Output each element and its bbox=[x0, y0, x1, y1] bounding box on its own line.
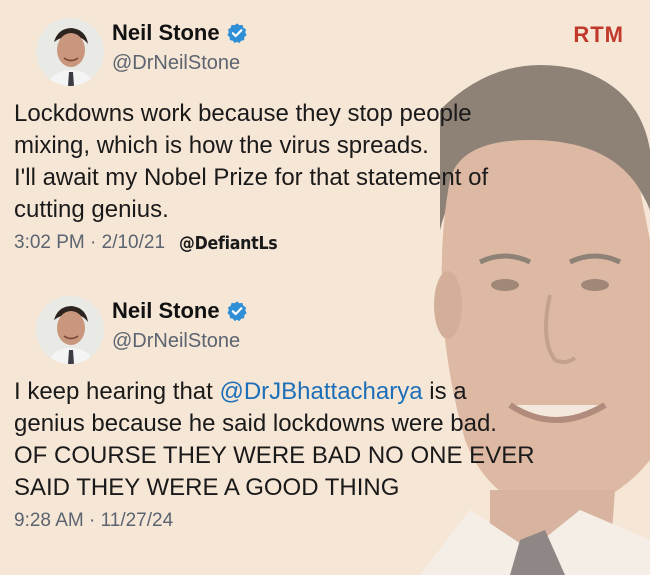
name-row: Neil Stone bbox=[112, 20, 248, 46]
mention-link[interactable]: @DrJBhattacharya bbox=[219, 378, 422, 405]
author-handle[interactable]: @DrNeilStone bbox=[112, 330, 248, 353]
tweet-timestamp[interactable]: 3:02 PM · 2/10/21 bbox=[14, 232, 165, 254]
tweet-line: I'll await my Nobel Prize for that state… bbox=[14, 164, 489, 191]
source-credit: @DefiantLs bbox=[179, 232, 278, 254]
author-name[interactable]: Neil Stone bbox=[112, 298, 220, 324]
tweet-text-fragment: is a bbox=[422, 378, 467, 405]
avatar-portrait-image bbox=[36, 296, 104, 364]
author-name[interactable]: Neil Stone bbox=[112, 20, 220, 46]
tweet-meta: 9:28 AM · 11/27/24 bbox=[14, 510, 634, 532]
avatar-portrait-image bbox=[36, 18, 104, 86]
tweet-header: Neil Stone @DrNeilStone bbox=[14, 14, 634, 92]
tweet-line: genius because he said lockdowns were ba… bbox=[14, 410, 497, 437]
tweet-line: mixing, which is how the virus spreads. bbox=[14, 132, 429, 159]
tweet-header: Neil Stone @DrNeilStone bbox=[14, 292, 634, 370]
author-handle[interactable]: @DrNeilStone bbox=[112, 52, 248, 75]
tweet-line: I keep hearing that @DrJBhattacharya is … bbox=[14, 376, 634, 408]
verified-badge-icon bbox=[226, 301, 247, 322]
tweet-card[interactable]: Neil Stone @DrNeilStone I keep hearing t… bbox=[14, 292, 634, 532]
tweet-meta: 3:02 PM · 2/10/21 @DefiantLs bbox=[14, 232, 634, 254]
verified-badge-icon bbox=[226, 23, 247, 44]
avatar[interactable] bbox=[36, 296, 104, 364]
avatar[interactable] bbox=[36, 18, 104, 86]
tweet-line: cutting genius. bbox=[14, 196, 169, 223]
tweet-text: I keep hearing that @DrJBhattacharya is … bbox=[14, 376, 634, 504]
author-block: Neil Stone @DrNeilStone bbox=[112, 20, 248, 75]
name-row: Neil Stone bbox=[112, 298, 248, 324]
tweet-line: Lockdowns work because they stop people bbox=[14, 100, 472, 127]
tweet-line: OF COURSE THEY WERE BAD NO ONE EVER bbox=[14, 442, 535, 469]
tweet-card[interactable]: Neil Stone @DrNeilStone Lockdowns work b… bbox=[14, 14, 634, 254]
tweet-text: Lockdowns work because they stop people … bbox=[14, 98, 634, 226]
tweet-line: SAID THEY WERE A GOOD THING bbox=[14, 474, 400, 501]
author-block: Neil Stone @DrNeilStone bbox=[112, 298, 248, 353]
tweet-text-fragment: I keep hearing that bbox=[14, 378, 220, 405]
screenshot-canvas: RTM Neil Stone @DrNeilStone Lockdowns wo… bbox=[0, 0, 650, 575]
tweet-timestamp[interactable]: 9:28 AM · 11/27/24 bbox=[14, 510, 173, 532]
